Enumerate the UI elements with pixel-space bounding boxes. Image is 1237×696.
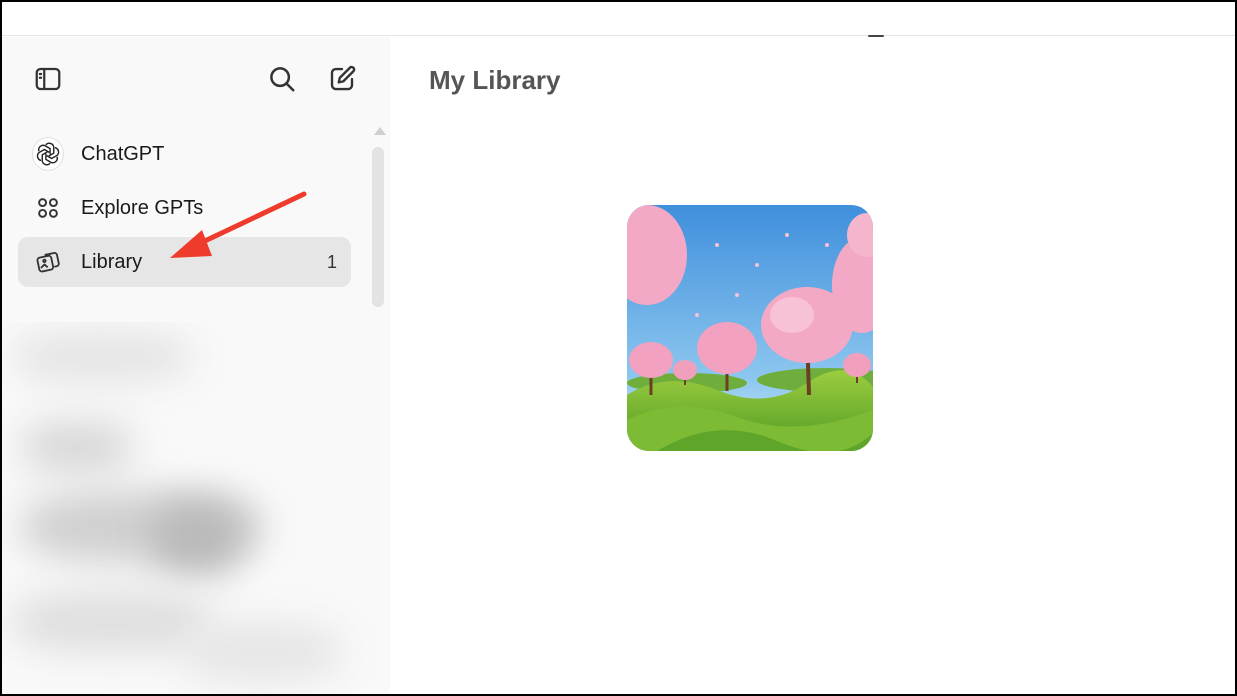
nav-icon-wrapper (32, 137, 64, 171)
search-button[interactable] (262, 59, 302, 99)
blurred-block (182, 622, 342, 682)
blurred-block (12, 332, 192, 382)
new-chat-button[interactable] (322, 59, 362, 99)
sidebar-toggle-button[interactable] (28, 59, 68, 99)
sidebar-item-label: Library (81, 250, 143, 273)
library-count-badge: 1 (326, 251, 337, 272)
cherry-blossom-image (627, 205, 873, 451)
openai-logo-icon (32, 137, 64, 171)
annotation-arrow (170, 191, 307, 258)
window-top-bar (2, 2, 1235, 37)
grid-dots-icon (38, 198, 58, 218)
sidebar-item-label: ChatGPT (81, 142, 165, 165)
blurred-block (22, 422, 132, 472)
nav-icon-wrapper (32, 192, 64, 224)
search-icon (270, 67, 295, 92)
images-icon (36, 252, 60, 273)
library-image-thumbnail[interactable] (627, 205, 873, 451)
sidebar: ChatGPT Explore GPTs Library 1 (2, 37, 390, 694)
blurred-chat-history (2, 322, 390, 694)
scrollbar-thumb[interactable] (372, 147, 384, 307)
nav-icon-wrapper (32, 246, 64, 278)
page-title: My Library (429, 65, 561, 95)
sidebar-toggle-icon (35, 67, 61, 91)
compose-icon (330, 65, 356, 91)
main-content: My Library (390, 37, 1235, 694)
scroll-up-arrow-icon[interactable] (374, 127, 386, 135)
sidebar-scrollbar[interactable] (370, 127, 386, 307)
blurred-block (152, 502, 242, 572)
sidebar-item-chatgpt[interactable]: ChatGPT (18, 129, 351, 179)
